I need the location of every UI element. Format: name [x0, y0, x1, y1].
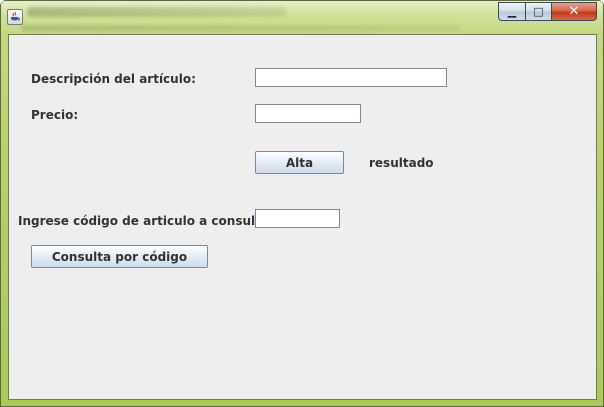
codigo-input[interactable] — [255, 209, 340, 228]
consulta-por-codigo-button[interactable]: Consulta por código — [31, 245, 208, 268]
alta-button[interactable]: Alta — [255, 151, 344, 174]
form-panel: Descripción del artículo: Precio: Alta r… — [8, 34, 597, 400]
resultado-label: resultado — [369, 156, 434, 170]
descripcion-input[interactable] — [255, 68, 447, 87]
window-controls: ▁ □ ✕ — [498, 2, 597, 21]
minimize-button[interactable]: ▁ — [498, 2, 525, 21]
maximize-button[interactable]: □ — [525, 2, 551, 21]
minimize-icon: ▁ — [507, 5, 517, 18]
codigo-label: Ingrese código de articulo a consultar: — [18, 214, 280, 228]
menu-bar-obscured — [21, 25, 461, 31]
title-bar[interactable]: ▁ □ ✕ — [1, 1, 603, 31]
window-title-obscured — [27, 7, 287, 17]
close-button[interactable]: ✕ — [551, 2, 597, 21]
java-app-icon[interactable] — [7, 9, 23, 25]
maximize-icon: □ — [533, 5, 544, 18]
descripcion-label: Descripción del artículo: — [31, 72, 196, 86]
app-window: ▁ □ ✕ Descripción del artículo: Precio: … — [0, 0, 604, 407]
close-icon: ✕ — [568, 4, 580, 19]
precio-label: Precio: — [31, 108, 79, 122]
precio-input[interactable] — [255, 104, 361, 123]
